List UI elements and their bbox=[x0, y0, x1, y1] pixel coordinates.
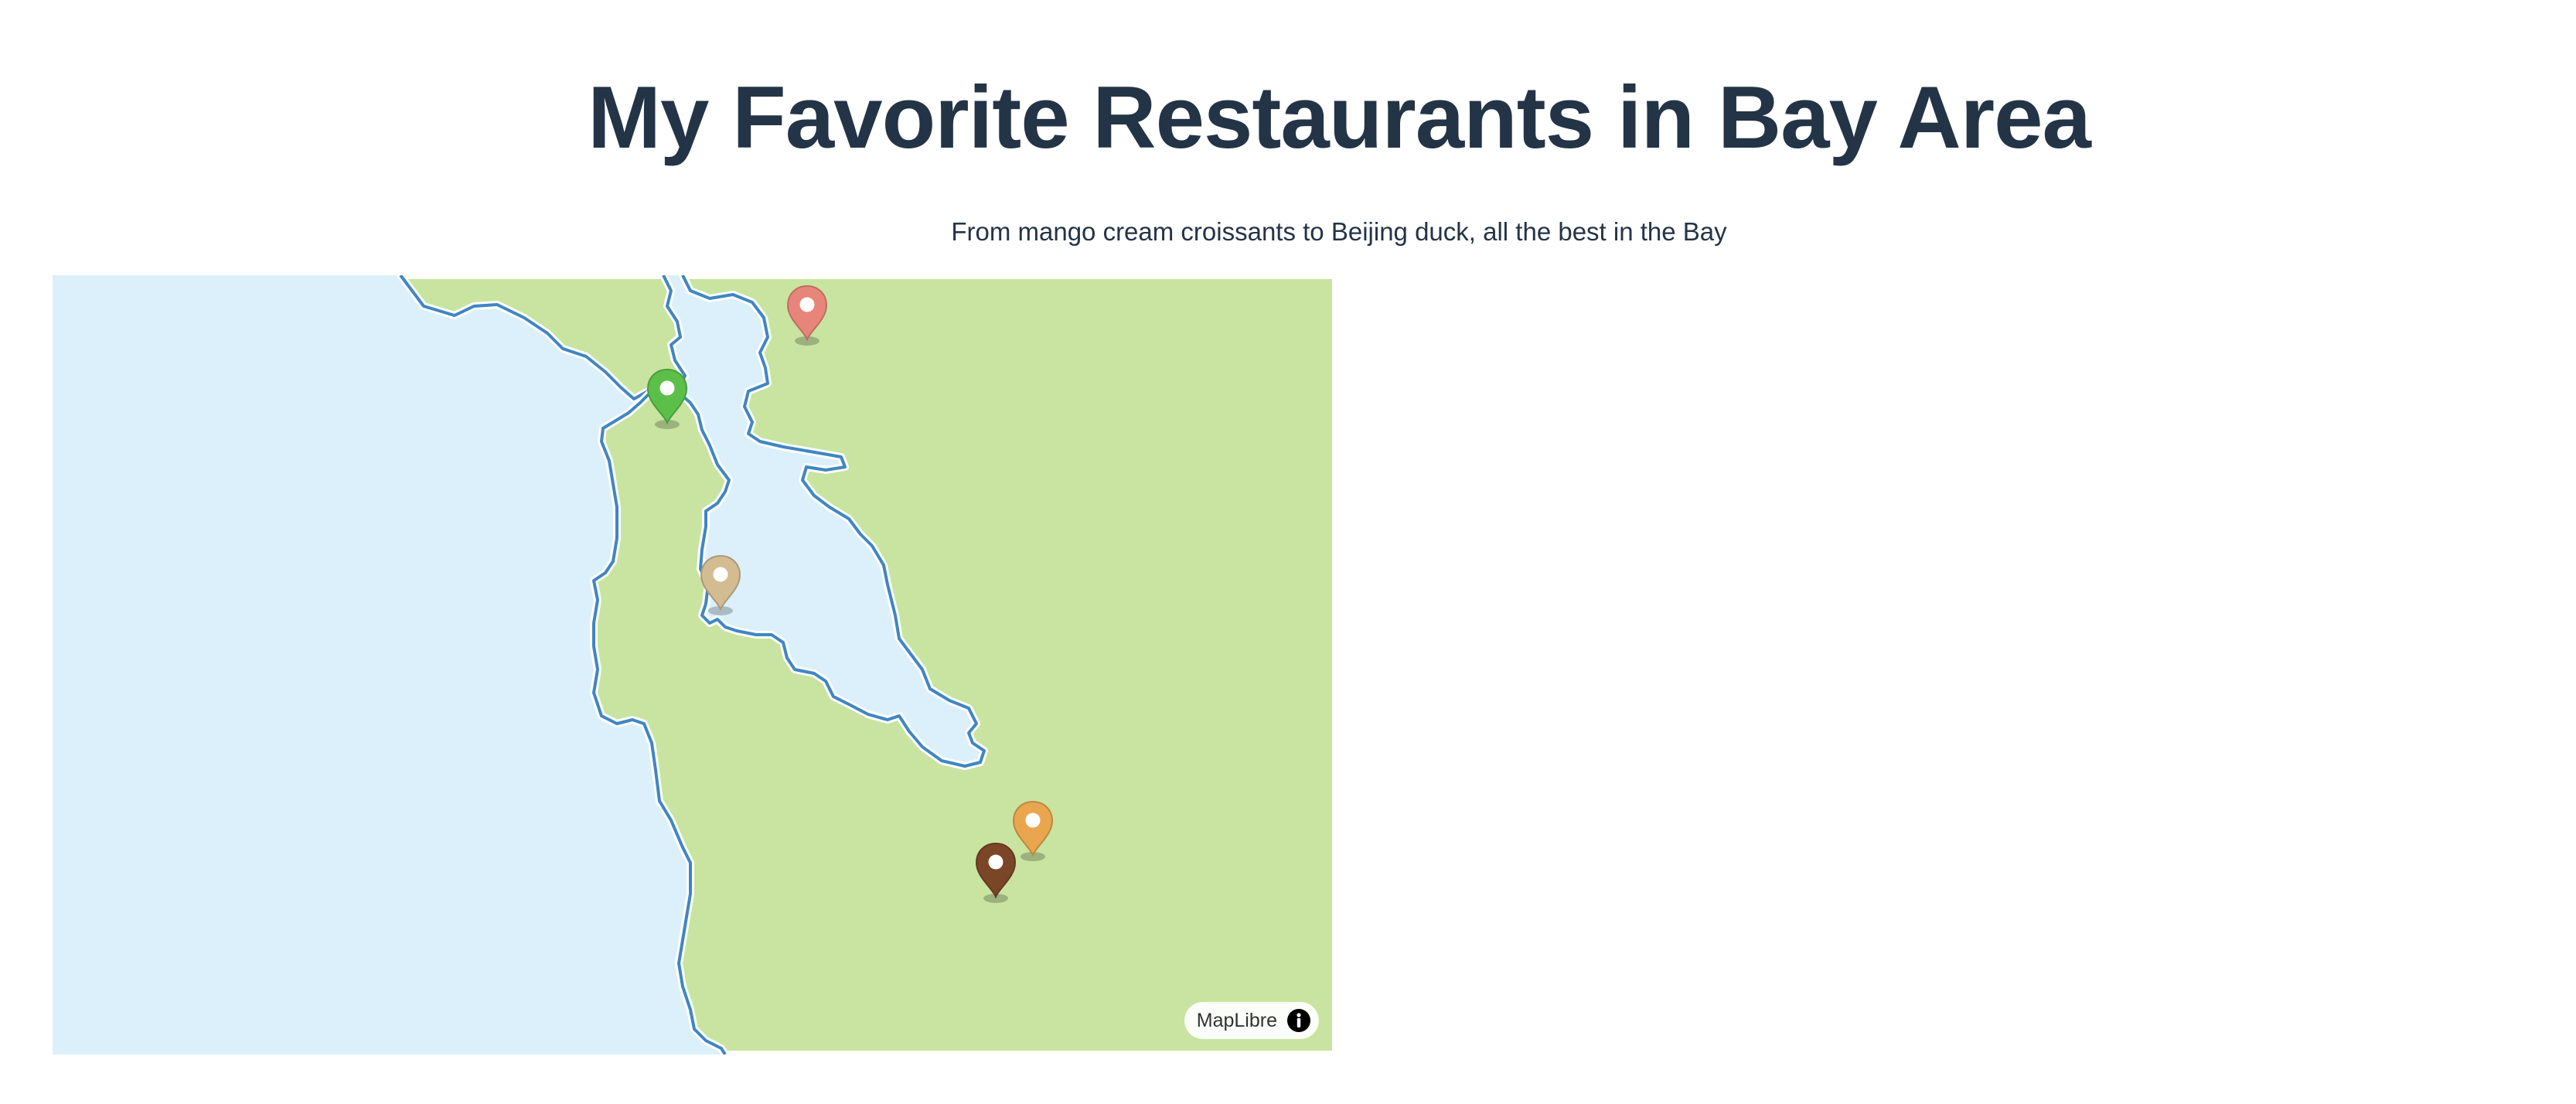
marker-salmon[interactable] bbox=[785, 284, 830, 346]
page-title: My Favorite Restaurants in Bay Area bbox=[588, 69, 2091, 167]
marker-body bbox=[786, 285, 828, 342]
map-canvas[interactable]: MapLibre bbox=[53, 275, 1336, 1055]
map-pin-icon[interactable] bbox=[698, 554, 743, 615]
land-north-bay bbox=[397, 275, 689, 403]
marker-brown[interactable] bbox=[973, 841, 1018, 903]
map-pin-icon[interactable] bbox=[785, 284, 830, 346]
page: My Favorite Restaurants in Bay Area From… bbox=[0, 0, 2576, 1104]
marker-tan[interactable] bbox=[698, 554, 743, 615]
info-icon[interactable] bbox=[1286, 1008, 1311, 1033]
map-pin-icon[interactable] bbox=[645, 367, 690, 429]
marker-body bbox=[975, 842, 1017, 899]
marker-body bbox=[1012, 800, 1054, 857]
marker-body bbox=[646, 368, 688, 425]
marker-body bbox=[700, 554, 741, 612]
basemap bbox=[397, 275, 1336, 1055]
marker-center-dot bbox=[713, 567, 728, 582]
marker-center-dot bbox=[988, 854, 1003, 870]
marker-green[interactable] bbox=[645, 367, 690, 429]
land-main bbox=[590, 275, 1336, 1055]
marker-center-dot bbox=[799, 297, 815, 312]
page-subtitle: From mango cream croissants to Beijing d… bbox=[951, 217, 1727, 246]
marker-center-dot bbox=[659, 380, 675, 396]
marker-center-dot bbox=[1025, 813, 1041, 828]
attribution-label[interactable]: MapLibre bbox=[1197, 1010, 1277, 1032]
attribution-control[interactable]: MapLibre bbox=[1184, 1002, 1319, 1039]
map-pin-icon[interactable] bbox=[973, 841, 1018, 903]
